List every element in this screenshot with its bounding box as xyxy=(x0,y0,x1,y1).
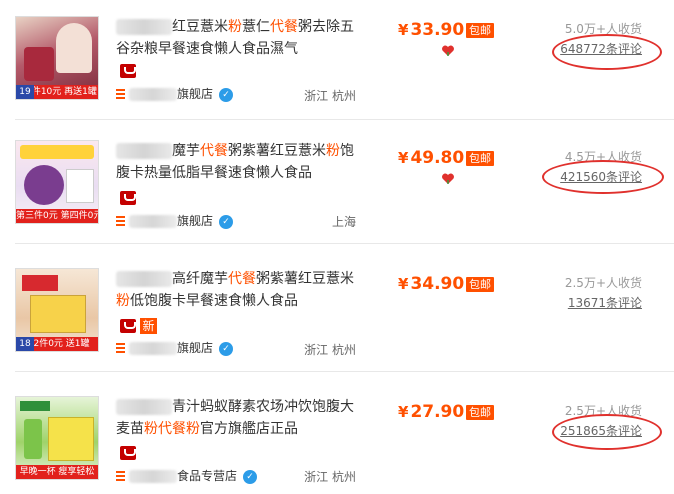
location: 浙江 杭州 xyxy=(304,343,356,357)
row-divider xyxy=(15,119,674,120)
price: ¥49.80 xyxy=(398,148,465,168)
price: ¥34.90 xyxy=(398,274,465,294)
free-shipping-badge: 包邮 xyxy=(466,405,494,420)
thumb-promo-bar: 早晚一杯 瘦享轻松 xyxy=(16,465,98,479)
product-title[interactable]: 红豆薏米粉薏仁代餐粥去除五谷杂粮早餐速食懒人食品濕气 xyxy=(116,16,364,60)
thumb-price-tag: 18 xyxy=(16,337,34,351)
product-row: 第2件10元 再送1罐 19 红豆薏米粉薏仁代餐粥去除五谷杂粮早餐速食懒人食品濕… xyxy=(0,0,674,120)
product-title[interactable]: 魔芋代餐粥紫薯红豆薏米粉饱腹卡热量低脂早餐速食懒人食品 xyxy=(116,140,364,184)
tmall-icon[interactable] xyxy=(120,64,136,78)
cup-image xyxy=(24,419,42,459)
annotation-circle xyxy=(552,34,662,70)
shop-link[interactable]: 食品专营店 ✓ xyxy=(116,468,258,484)
product-row: 第三件0元 第四件0元 魔芋代餐粥紫薯红豆薏米粉饱腹卡热量低脂早餐速食懒人食品 … xyxy=(0,124,674,244)
shop-link[interactable]: 旗舰店 ✓ xyxy=(116,86,234,102)
product-title[interactable]: 青汁蚂蚁酵素农场冲饮饱腹大麦苗粉代餐粉官方旗艦店正品 xyxy=(116,396,364,440)
free-shipping-badge: 包邮 xyxy=(466,151,494,166)
box-image xyxy=(66,169,94,203)
shop-icon xyxy=(116,89,125,100)
blurred-brand xyxy=(116,271,172,287)
wangwang-icon[interactable]: ✓ xyxy=(243,469,258,484)
blurred-shop-name xyxy=(129,88,177,101)
free-shipping-badge: 包邮 xyxy=(466,23,494,38)
price: ¥33.90 xyxy=(398,20,465,40)
product-list: 第2件10元 再送1罐 19 红豆薏米粉薏仁代餐粥去除五谷杂粮早餐速食懒人食品濕… xyxy=(0,0,674,494)
thumb-promo-bar: 第三件0元 第四件0元 xyxy=(16,209,98,223)
blurred-shop-name xyxy=(129,215,177,228)
wangwang-icon[interactable]: ✓ xyxy=(219,87,234,102)
review-link[interactable]: 13671条评论 xyxy=(568,294,642,311)
free-shipping-badge: 包邮 xyxy=(466,277,494,292)
shop-icon xyxy=(116,216,125,227)
shop-link[interactable]: 旗舰店 ✓ xyxy=(116,340,234,356)
model-image xyxy=(56,23,92,73)
new-badge: 新 xyxy=(140,318,157,334)
bowl-image xyxy=(24,165,64,205)
blurred-brand xyxy=(116,19,172,35)
tmall-icon[interactable] xyxy=(120,319,136,333)
location: 上海 xyxy=(331,215,356,229)
product-thumbnail[interactable]: 第2件0元 送1罐 18 xyxy=(15,268,99,352)
row-divider xyxy=(15,243,674,244)
blurred-shop-name xyxy=(129,470,177,483)
location: 浙江 杭州 xyxy=(304,89,356,103)
product-row: 第2件0元 送1罐 18 高纤魔芋代餐粥紫薯红豆薏米粉低饱腹卡早餐速食懒人食品 … xyxy=(0,252,674,372)
product-thumbnail[interactable]: 早晚一杯 瘦享轻松 xyxy=(15,396,99,480)
blurred-brand xyxy=(116,143,172,159)
box-image xyxy=(48,417,94,461)
row-divider xyxy=(15,371,674,372)
heart-icon xyxy=(442,173,454,184)
box-image xyxy=(30,295,86,333)
jar-image xyxy=(24,47,54,81)
annotation-circle xyxy=(542,160,664,194)
location: 浙江 杭州 xyxy=(304,470,356,484)
annotation-circle xyxy=(552,414,662,450)
blurred-shop-name xyxy=(129,342,177,355)
product-title[interactable]: 高纤魔芋代餐粥紫薯红豆薏米粉低饱腹卡早餐速食懒人食品 xyxy=(116,268,364,312)
sales-count: 2.5万+人收货 xyxy=(564,276,642,290)
wangwang-icon[interactable]: ✓ xyxy=(219,214,234,229)
shop-icon xyxy=(116,471,125,482)
thumb-price-tag: 19 xyxy=(16,85,34,99)
tmall-icon[interactable] xyxy=(120,191,136,205)
thumb-logo xyxy=(20,401,50,411)
product-row: 早晚一杯 瘦享轻松 青汁蚂蚁酵素农场冲饮饱腹大麦苗粉代餐粉官方旗艦店正品 食品专… xyxy=(0,380,674,494)
product-thumbnail[interactable]: 第三件0元 第四件0元 xyxy=(15,140,99,224)
wangwang-icon[interactable]: ✓ xyxy=(219,341,234,356)
price: ¥27.90 xyxy=(398,402,465,422)
thumb-banner xyxy=(20,145,94,159)
product-thumbnail[interactable]: 第2件10元 再送1罐 19 xyxy=(15,16,99,100)
shop-link[interactable]: 旗舰店 ✓ xyxy=(116,213,234,229)
shop-icon xyxy=(116,343,125,354)
thumb-logo xyxy=(22,275,58,291)
heart-icon xyxy=(442,45,454,56)
blurred-brand xyxy=(116,399,172,415)
tmall-icon[interactable] xyxy=(120,446,136,460)
